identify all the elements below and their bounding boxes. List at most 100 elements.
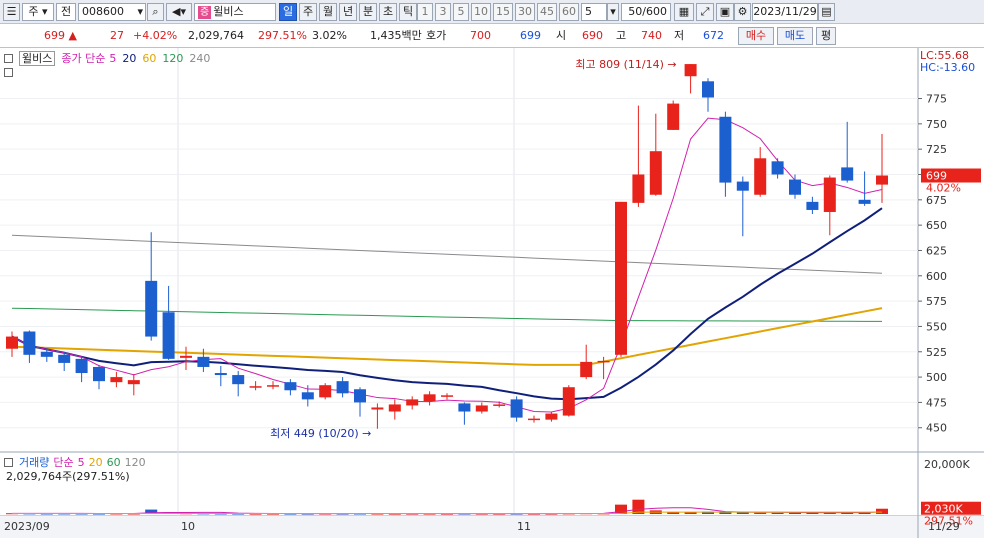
high-price: 740 [641,29,662,42]
menu-icon[interactable]: ☰ [3,3,20,21]
candle-body [545,413,558,420]
date-input[interactable]: 2023/11/29 [752,3,818,21]
price-tick-label: 475 [926,396,947,409]
legend-ma20: 20 [122,52,137,65]
gear-icon[interactable]: ⚙ [734,3,751,21]
calendar-icon[interactable]: ▤ [818,3,835,21]
low-label: 저 [674,29,685,42]
price-tick-label: 525 [926,346,947,359]
tab-period-week[interactable]: 주 [299,3,317,21]
candle-body [249,386,262,388]
candle-body [528,418,540,421]
tab-period-minute[interactable]: 분 [359,3,377,21]
candle-body [719,116,732,183]
price-legend: 윌비스 종가 단순 5 20 60 120 240 [4,50,216,66]
tab-period-tick[interactable]: 틱 [399,3,417,21]
chevron-down-icon: ▾ [137,5,143,18]
interval-1[interactable]: 1 [417,3,433,21]
volume-top-label: 20,000K [924,458,970,471]
volume-bar [615,504,627,514]
current-price: 699 ▲ [44,29,77,42]
volume-bar [876,508,888,514]
search-icon[interactable]: ⌕ [147,3,164,21]
price-tick-label: 575 [926,295,947,308]
buy-button[interactable]: 매수 [738,27,774,45]
candle-body [162,312,175,359]
candle-body [284,382,297,391]
volume-value: 2,029,764 [188,29,244,42]
candle-body [649,151,662,195]
tab-period-second[interactable]: 초 [379,3,397,21]
eval-button[interactable]: 평 [816,27,836,45]
legend-ma120: 120 [162,52,184,65]
tab-period-day[interactable]: 일 [279,3,297,21]
current-pct-label: 4.02% [926,182,961,195]
high-annotation: 최고 809 (11/14) → [575,58,676,71]
candle-body [301,392,314,400]
grid-toggle-icon[interactable] [4,66,19,79]
ask-label: 호가 [426,29,447,42]
chevron-down-icon[interactable]: ▾ [607,3,619,21]
toolbar: ☰ 주 ▾ 전 008600 ▾ ⌕ ◀▾ 증 윌비스 일 주 월 년 분 초 틱… [0,0,984,24]
volume-ratio: 297.51% [258,29,307,42]
sell-button[interactable]: 매도 [777,27,813,45]
legend-ma5: 5 [109,52,117,65]
price-change: 27 [110,29,124,42]
ask-price: 700 [470,29,491,42]
candle-body [475,405,488,412]
tab-period-year[interactable]: 년 [339,3,357,21]
speaker-icon[interactable]: ◀▾ [166,3,192,21]
count-input[interactable]: 50/600 [621,3,671,21]
candle-body [441,395,453,397]
candle-body [110,377,123,383]
candle-body [754,158,767,195]
candle-body [93,366,105,382]
save-icon[interactable]: ▣ [716,3,734,21]
candle-body [180,355,192,358]
interval-15[interactable]: 15 [493,3,513,21]
volume-info: 2,029,764주(297.51%) [6,470,130,483]
grid-icon[interactable]: ▦ [674,3,694,21]
interval-60[interactable]: 60 [559,3,579,21]
candle-body [806,201,819,210]
stock-name: 윌비스 [213,5,244,18]
interval-5[interactable]: 5 [453,3,469,21]
candle-body [75,358,88,374]
low-price: 672 [703,29,724,42]
tab-period-month[interactable]: 월 [319,3,337,21]
candle-body [510,399,523,418]
interval-45[interactable]: 45 [537,3,557,21]
high-label: 고 [616,29,627,42]
candle-body [127,380,140,385]
candle-body [684,64,697,77]
legend-ma-label: 종가 단순 [61,52,106,65]
open-label: 시 [556,29,567,42]
candle-body [841,167,854,181]
legend-toggle-icon[interactable] [4,54,13,63]
legend-toggle-icon[interactable] [4,458,13,467]
candle-body [580,361,593,378]
candle-body [23,331,36,355]
chart-area[interactable]: 7757507257006756506256005755505255004754… [0,48,984,538]
interval-30[interactable]: 30 [515,3,535,21]
candle-body [876,175,888,185]
interval-input[interactable]: 5 [581,3,607,21]
candle-body [232,375,245,385]
scope-toggle[interactable]: 전 [56,3,76,21]
candle-body [702,81,714,98]
hc-label: HC:-13.60 [920,61,975,74]
price-tick-label: 500 [926,371,947,384]
candle-body [354,389,366,403]
zoom-icon[interactable]: ⤢ [696,3,714,21]
interval-10[interactable]: 10 [471,3,491,21]
interval-3[interactable]: 3 [435,3,451,21]
market-value: 주 [28,5,39,18]
stock-name-field[interactable]: 증 윌비스 [194,3,276,21]
candle-body [267,385,279,387]
code-input[interactable]: 008600 ▾ [78,3,146,21]
candle-body [667,103,680,130]
market-select[interactable]: 주 ▾ [22,3,54,21]
candle-body [197,356,210,367]
candle-body [736,181,749,191]
candle-body [58,354,71,363]
